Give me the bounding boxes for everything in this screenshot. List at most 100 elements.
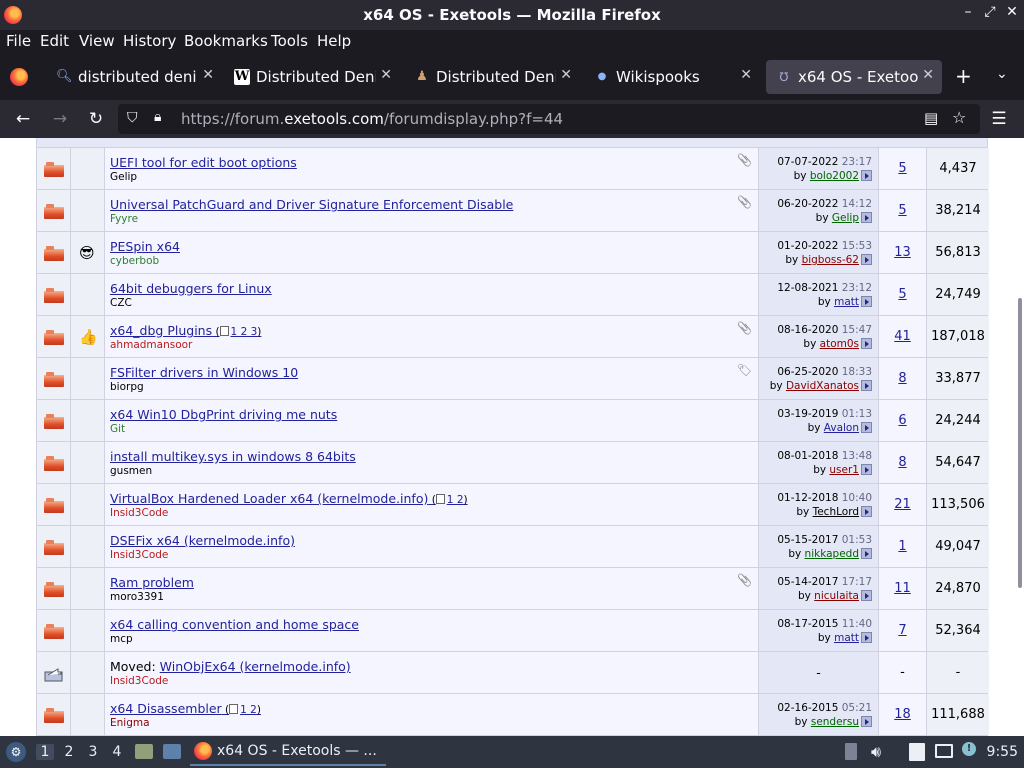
thread-title-text[interactable]: x64 Disassembler [110,701,222,716]
go-to-last-post-icon[interactable] [861,632,872,643]
workspace-4[interactable]: 4 [108,744,126,760]
last-post-user[interactable]: Gelip [832,212,859,224]
reply-count[interactable]: 21 [879,497,926,512]
thread-title-link[interactable]: Universal PatchGuard and Driver Signatur… [110,197,513,212]
last-post-user[interactable]: atom0s [820,338,859,350]
close-tab-icon[interactable]: ✕ [560,67,572,83]
file-manager-icon[interactable] [135,744,153,759]
thread-author[interactable]: Enigma [110,717,150,729]
thread-title-link[interactable]: WinObjEx64 (kernelmode.info) [160,659,351,674]
last-post-user[interactable]: Avalon [824,422,859,434]
thread-author[interactable]: Insid3Code [110,549,168,561]
thread-title-link[interactable]: x64 Win10 DbgPrint driving me nuts [110,407,337,422]
menu-view[interactable]: View [79,32,115,50]
last-post-user[interactable]: sendersu [811,716,859,728]
go-to-last-post-icon[interactable] [861,212,872,223]
close-window-button[interactable]: ✕ [1002,4,1022,20]
start-menu-icon[interactable]: ⚙ [6,742,26,762]
tab-search[interactable]: 🔍︎ distributed denial ✕ [46,60,222,94]
menu-help[interactable]: Help [317,32,351,50]
scrollbar-thumb[interactable] [1018,298,1022,588]
list-tabs-chevron-down-icon[interactable]: ⌄ [996,66,1008,82]
thread-author[interactable]: Gelip [110,171,137,183]
clipboard-icon[interactable] [909,743,925,761]
thread-author[interactable]: CZC [110,297,132,309]
thread-title-text[interactable]: x64 calling convention and home space [110,617,359,632]
battery-icon[interactable] [845,743,857,760]
last-post-user[interactable]: niculaita [814,590,859,602]
tab-exetools[interactable]: ℧ x64 OS - Exetools ✕ [766,60,942,94]
go-to-last-post-icon[interactable] [861,716,872,727]
tab-wikipedia[interactable]: W Distributed Denial ✕ [224,60,400,94]
go-to-last-post-icon[interactable] [861,380,872,391]
desktop-icon[interactable] [163,744,181,759]
notification-icon[interactable]: ! [962,742,976,756]
thread-title-text[interactable]: install multikey.sys in windows 8 64bits [110,449,356,464]
reader-view-icon[interactable]: ▤ [924,109,938,127]
last-post-user[interactable]: TechLord [813,506,859,518]
thread-title-text[interactable]: UEFI tool for edit boot options [110,155,297,170]
page-link[interactable]: 1 [231,326,238,338]
last-post-user[interactable]: nikkapedd [805,548,859,560]
thread-title-text[interactable]: 64bit debuggers for Linux [110,281,272,296]
reply-count[interactable]: 8 [879,371,926,386]
thread-title-text[interactable]: Universal PatchGuard and Driver Signatur… [110,197,513,212]
go-to-last-post-icon[interactable] [861,506,872,517]
go-to-last-post-icon[interactable] [861,338,872,349]
thread-author[interactable]: biorpg [110,381,144,393]
menu-file[interactable]: File [6,32,31,50]
hamburger-menu-icon[interactable]: ☰ [988,109,1010,129]
thread-title-text[interactable]: DSEFix x64 (kernelmode.info) [110,533,295,548]
thread-title-text[interactable]: x64 Win10 DbgPrint driving me nuts [110,407,337,422]
tab-distributed-denial[interactable]: ♟ Distributed Denial ✕ [404,60,580,94]
url-bar[interactable]: ⛉ 🔒︎ https://forum.exetools.com/forumdis… [118,104,980,134]
lock-icon[interactable]: 🔒︎ [154,109,161,125]
firefox-view-icon[interactable] [10,68,28,86]
reply-count[interactable]: 18 [879,707,926,722]
shield-icon[interactable]: ⛉ [127,110,138,126]
close-tab-icon[interactable]: ✕ [922,67,934,83]
forward-arrow-icon[interactable]: → [49,109,71,129]
page-link[interactable]: 2 [241,326,248,338]
reply-count[interactable]: 6 [879,413,926,428]
thread-author[interactable]: cyberbob [110,255,159,267]
thread-author[interactable]: mcp [110,633,133,645]
menu-tools[interactable]: Tools [271,32,308,50]
thread-author[interactable]: ahmadmansoor [110,339,192,351]
page-link[interactable]: 1 [240,704,247,716]
go-to-last-post-icon[interactable] [861,464,872,475]
last-post-user[interactable]: matt [834,632,859,644]
thread-author[interactable]: Git [110,423,125,435]
thread-title-link[interactable]: Ram problem [110,575,194,590]
thread-title-link[interactable]: FSFilter drivers in Windows 10 [110,365,298,380]
page-link[interactable]: 2 [457,494,464,506]
thread-author[interactable]: moro3391 [110,591,164,603]
thread-title-link[interactable]: x64 Disassembler (1 2) [110,701,261,716]
thread-title-text[interactable]: x64_dbg Plugins [110,323,212,338]
network-icon[interactable] [935,744,953,758]
reply-count[interactable]: 8 [879,455,926,470]
workspace-2[interactable]: 2 [60,744,78,760]
thread-author[interactable]: Fyyre [110,213,138,225]
reply-count[interactable]: 41 [879,329,926,344]
page-link[interactable]: 1 [447,494,454,506]
go-to-last-post-icon[interactable] [861,590,872,601]
reply-count[interactable]: 5 [879,203,926,218]
url-text[interactable]: https://forum.exetools.com/forumdisplay.… [181,110,563,128]
volume-icon[interactable]: 🔊︎ [871,742,881,762]
thread-title-link[interactable]: VirtualBox Hardened Loader x64 (kernelmo… [110,491,468,506]
thread-title-text[interactable]: PESpin x64 [110,239,180,254]
minimize-button[interactable]: – [958,4,978,20]
go-to-last-post-icon[interactable] [861,170,872,181]
go-to-last-post-icon[interactable] [861,422,872,433]
reply-count[interactable]: 5 [879,287,926,302]
reload-icon[interactable]: ↻ [85,109,107,129]
last-post-user[interactable]: user1 [829,464,859,476]
last-post-user[interactable]: matt [834,296,859,308]
workspace-1[interactable]: 1 [36,744,54,760]
menu-edit[interactable]: Edit [40,32,69,50]
thread-title-link[interactable]: x64_dbg Plugins (1 2 3) [110,323,261,338]
thread-title-text[interactable]: Ram problem [110,575,194,590]
go-to-last-post-icon[interactable] [861,548,872,559]
page-link[interactable]: 3 [251,326,258,338]
